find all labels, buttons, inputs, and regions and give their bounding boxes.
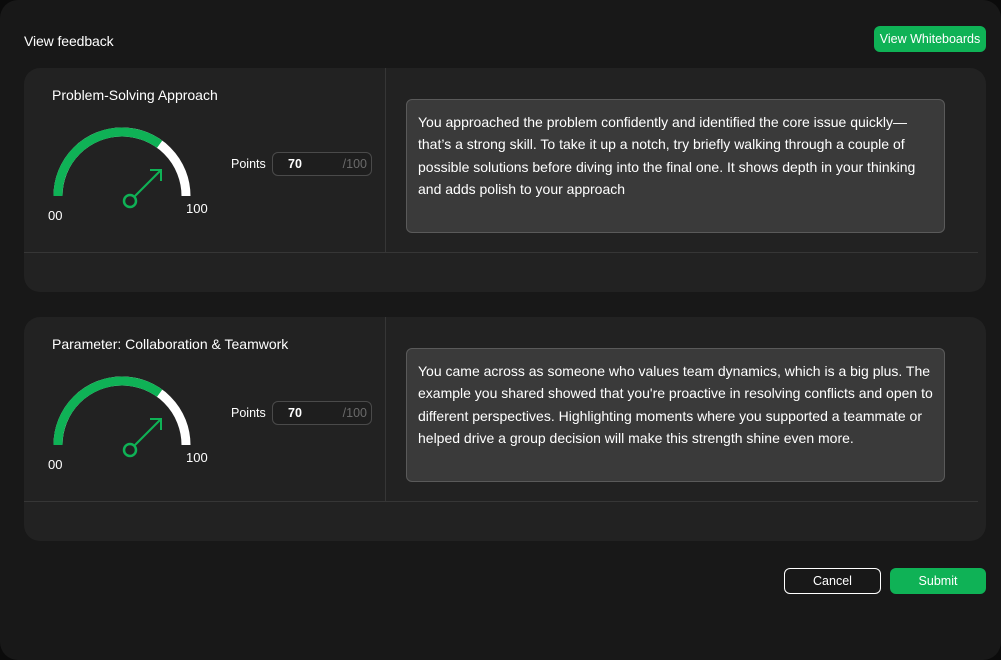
points-max: /100 [342, 157, 367, 171]
score-gauge [53, 376, 191, 458]
gauge-min-label: 00 [48, 457, 63, 472]
points-input[interactable]: 70 /100 [272, 152, 372, 176]
gauge-track [53, 376, 191, 446]
points-value: 70 [288, 406, 302, 420]
vertical-divider [385, 68, 386, 253]
horizontal-divider [24, 501, 978, 502]
modal-title: View feedback [24, 33, 114, 49]
score-gauge [53, 127, 191, 209]
feedback-modal: View feedback View Whiteboards Problem-S… [0, 0, 1001, 660]
points-input[interactable]: 70 /100 [272, 401, 372, 425]
view-whiteboards-button[interactable]: View Whiteboards [874, 26, 986, 52]
feedback-textarea[interactable]: You came across as someone who values te… [406, 348, 945, 482]
parameter-title: Problem-Solving Approach [52, 87, 218, 103]
parameter-card: Parameter: Collaboration & Teamwork 00 1… [24, 317, 986, 541]
gauge-needle-icon [122, 169, 162, 209]
points-label: Points [231, 406, 266, 420]
gauge-min-label: 00 [48, 208, 63, 223]
submit-button[interactable]: Submit [890, 568, 986, 594]
points-value: 70 [288, 157, 302, 171]
gauge-track [53, 127, 191, 197]
gauge-max-label: 100 [186, 450, 208, 465]
cancel-button[interactable]: Cancel [784, 568, 881, 594]
parameter-card: Problem-Solving Approach 00 100 Points 7… [24, 68, 986, 292]
gauge-max-label: 100 [186, 201, 208, 216]
horizontal-divider [24, 252, 978, 253]
feedback-textarea[interactable]: You approached the problem confidently a… [406, 99, 945, 233]
points-max: /100 [342, 406, 367, 420]
gauge-needle-icon [122, 418, 162, 458]
vertical-divider [385, 317, 386, 502]
points-label: Points [231, 157, 266, 171]
parameter-title: Parameter: Collaboration & Teamwork [52, 336, 289, 352]
